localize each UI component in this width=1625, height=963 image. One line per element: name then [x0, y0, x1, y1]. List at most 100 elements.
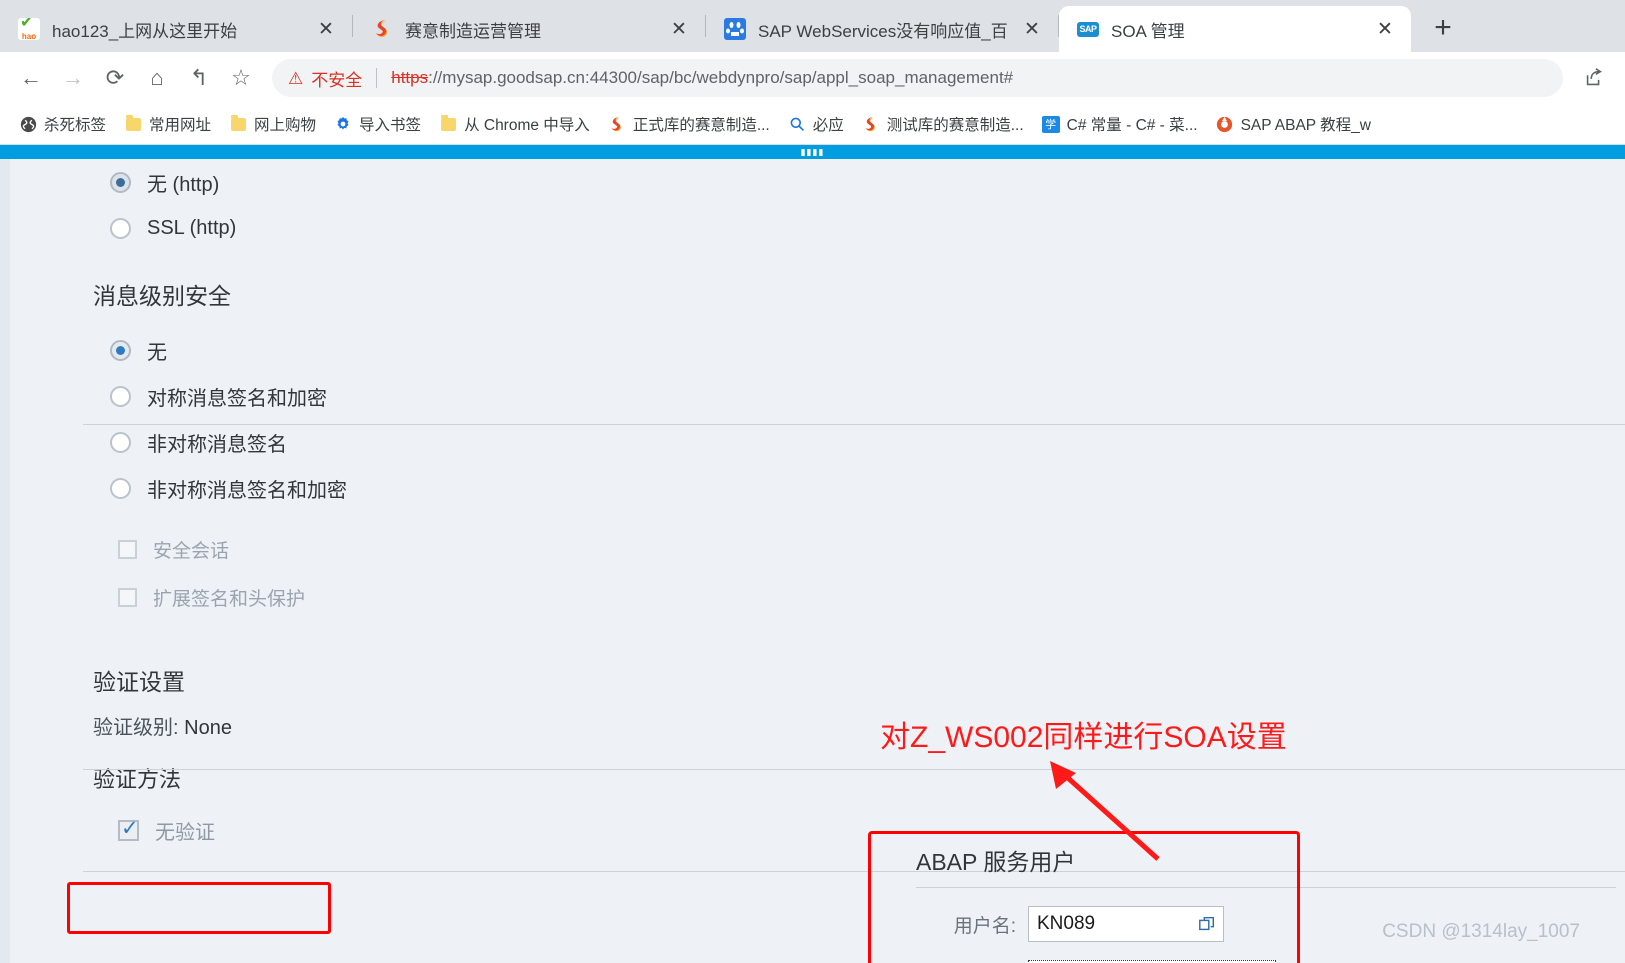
home-icon[interactable]: ⌂ [138, 59, 176, 97]
browser-tab-hao123[interactable]: hao123_上网从这里开始 ✕ [0, 6, 352, 52]
bookmark-label: 常用网址 [149, 117, 212, 134]
radio-button[interactable] [110, 217, 131, 239]
message-security-option-asymmetric-sign[interactable]: 非对称消息签名 [10, 419, 1625, 465]
left-gutter [0, 159, 10, 963]
bookmark-folder-from-chrome[interactable]: 从 Chrome 中导入 [430, 109, 599, 139]
folder-icon [124, 114, 142, 133]
url-rest: ://mysap.goodsap.cn:44300/sap/bc/webdynp… [428, 68, 1014, 87]
auth-level-value: None [184, 717, 232, 739]
bookmark-label: SAP ABAP 教程_w [1240, 117, 1371, 134]
not-secure-label[interactable]: 不安全 [311, 66, 362, 91]
radio-button[interactable] [110, 477, 131, 499]
bookmark-label: 从 Chrome 中导入 [464, 117, 590, 134]
not-secure-warning-icon: ⚠ [288, 68, 304, 88]
browser-window: hao123_上网从这里开始 ✕ 赛意制造运营管理 ✕ SAP WebServi… [0, 0, 1625, 963]
checkbox-label: 安全会话 [153, 540, 230, 562]
message-security-option-none[interactable]: 无 [10, 327, 1625, 373]
transport-option-ssl[interactable]: SSL (http) [10, 205, 1625, 251]
section-title: 验证设置 [93, 669, 185, 695]
tab-close-button[interactable]: ✕ [667, 17, 691, 41]
bookmark-label: 必应 [812, 117, 844, 134]
xue-icon: 学 [1041, 115, 1060, 133]
checkbox-extended-sign-header-protection: 扩展签名和头保护 [10, 573, 1625, 621]
soa-management-form: 无 (http) SSL (http) 消息级别安全 无 对称消息签名和加密 非… [0, 159, 1625, 963]
radio-label: 无 (http) [147, 173, 220, 196]
bookmark-label: 杀死标签 [44, 117, 107, 134]
radio-label: 对称消息签名和加密 [147, 387, 327, 410]
tab-title: 赛意制造运营管理 [405, 21, 541, 41]
bookmark-folder-shopping[interactable]: 网上购物 [220, 109, 325, 139]
undo-icon[interactable]: ↰ [180, 59, 218, 97]
bookmark-label: 导入书签 [359, 117, 422, 134]
tab-close-button[interactable]: ✕ [1373, 17, 1397, 41]
section-divider [83, 424, 1625, 425]
share-icon[interactable] [1575, 59, 1613, 97]
panel-splitter[interactable]: ▮▮▮▮ [0, 145, 1625, 159]
baidu-icon [724, 18, 746, 40]
radio-label: 无 [147, 341, 167, 364]
bookmark-label: 测试库的赛意制造... [886, 117, 1024, 134]
checkbox [118, 587, 137, 607]
bookmark-label: C# 常量 - C# - 菜... [1066, 117, 1198, 134]
address-bar[interactable]: ⚠ 不安全 https://mysap.goodsap.cn:44300/sap… [272, 59, 1563, 97]
hao123-icon [18, 18, 40, 40]
radio-button[interactable] [110, 385, 131, 407]
gear-icon [334, 115, 352, 133]
new-tab-button[interactable]: + [1421, 6, 1465, 50]
csdn-watermark: CSDN @1314lay_1007 [1382, 921, 1580, 942]
tab-close-button[interactable]: ✕ [314, 17, 338, 41]
saiyi-icon [608, 115, 626, 133]
highlight-box-no-authentication [67, 882, 331, 934]
checkbox-label: 扩展签名和头保护 [153, 588, 306, 610]
bookmark-item-prod-saiyi[interactable]: 正式库的赛意制造... [599, 109, 779, 139]
radio-button[interactable] [110, 171, 131, 193]
tab-title: hao123_上网从这里开始 [52, 21, 238, 41]
checkbox[interactable] [118, 816, 139, 841]
abap-icon [1216, 115, 1234, 133]
bookmark-item-kill-tab[interactable]: 杀死标签 [10, 109, 115, 139]
splitter-grip-icon: ▮▮▮▮ [800, 146, 825, 157]
auth-level-label: 验证级别: [93, 717, 179, 739]
browser-tab-soa-management[interactable]: SAP SOA 管理 ✕ [1059, 6, 1411, 52]
tab-title: SAP WebServices没有响应值_百 [758, 21, 1008, 41]
reload-icon[interactable]: ⟳ [96, 59, 134, 97]
saiyi-icon [862, 115, 880, 133]
bookmark-item-bing[interactable]: 必应 [779, 109, 853, 139]
tab-title: SOA 管理 [1111, 21, 1185, 41]
bookmark-item-sap-abap-tutorial[interactable]: SAP ABAP 教程_w [1207, 109, 1380, 139]
section-title: 消息级别安全 [93, 283, 231, 309]
auth-level-row: 验证级别: None [10, 697, 1625, 740]
bookmark-item-test-saiyi[interactable]: 测试库的赛意制造... [853, 109, 1033, 139]
bookmark-star-icon[interactable]: ☆ [222, 59, 260, 97]
radio-button[interactable] [110, 339, 131, 361]
tab-close-button[interactable]: ✕ [1020, 17, 1044, 41]
bookmark-label: 网上购物 [254, 117, 317, 134]
bookmark-item-csharp-const[interactable]: 学 C# 常量 - C# - 菜... [1033, 109, 1207, 139]
bookmarks-bar: 杀死标签 常用网址 网上购物 导入书签 从 Chrome 中导入 正式库的赛意制… [0, 104, 1625, 145]
checkbox-no-authentication[interactable]: 无验证 [10, 806, 1625, 854]
forward-icon[interactable]: → [54, 59, 92, 97]
message-security-section-header: 消息级别安全 [10, 251, 1625, 311]
auth-settings-section-header: 验证设置 [10, 621, 1625, 697]
message-security-option-asymmetric-sign-encrypt[interactable]: 非对称消息签名和加密 [10, 465, 1625, 511]
browser-tab-saiyi[interactable]: 赛意制造运营管理 ✕ [353, 6, 705, 52]
section-divider [83, 769, 1625, 770]
radio-label: 非对称消息签名和加密 [147, 479, 347, 502]
checkbox-secure-session: 安全会话 [10, 525, 1625, 573]
transport-option-none[interactable]: 无 (http) [10, 159, 1625, 205]
checkbox-label: 无验证 [155, 821, 215, 844]
back-icon[interactable]: ← [12, 59, 50, 97]
web-page-content: ▮▮▮▮ 无 (http) SSL (http) 消息级别安全 无 对称消息签名… [0, 145, 1625, 963]
search-icon [788, 115, 806, 133]
saiyi-icon [371, 18, 393, 40]
bookmark-item-import[interactable]: 导入书签 [325, 109, 430, 139]
highlight-box-abap-service-user [868, 831, 1300, 963]
folder-icon [439, 114, 457, 133]
kill-tab-icon [19, 115, 37, 133]
message-security-option-symmetric-sign-encrypt[interactable]: 对称消息签名和加密 [10, 373, 1625, 419]
bookmark-folder-common-sites[interactable]: 常用网址 [115, 109, 220, 139]
browser-tab-baidu[interactable]: SAP WebServices没有响应值_百 ✕ [706, 6, 1058, 52]
omnibox-divider [376, 68, 378, 88]
url-scheme: https [391, 68, 429, 87]
radio-button[interactable] [110, 431, 131, 453]
